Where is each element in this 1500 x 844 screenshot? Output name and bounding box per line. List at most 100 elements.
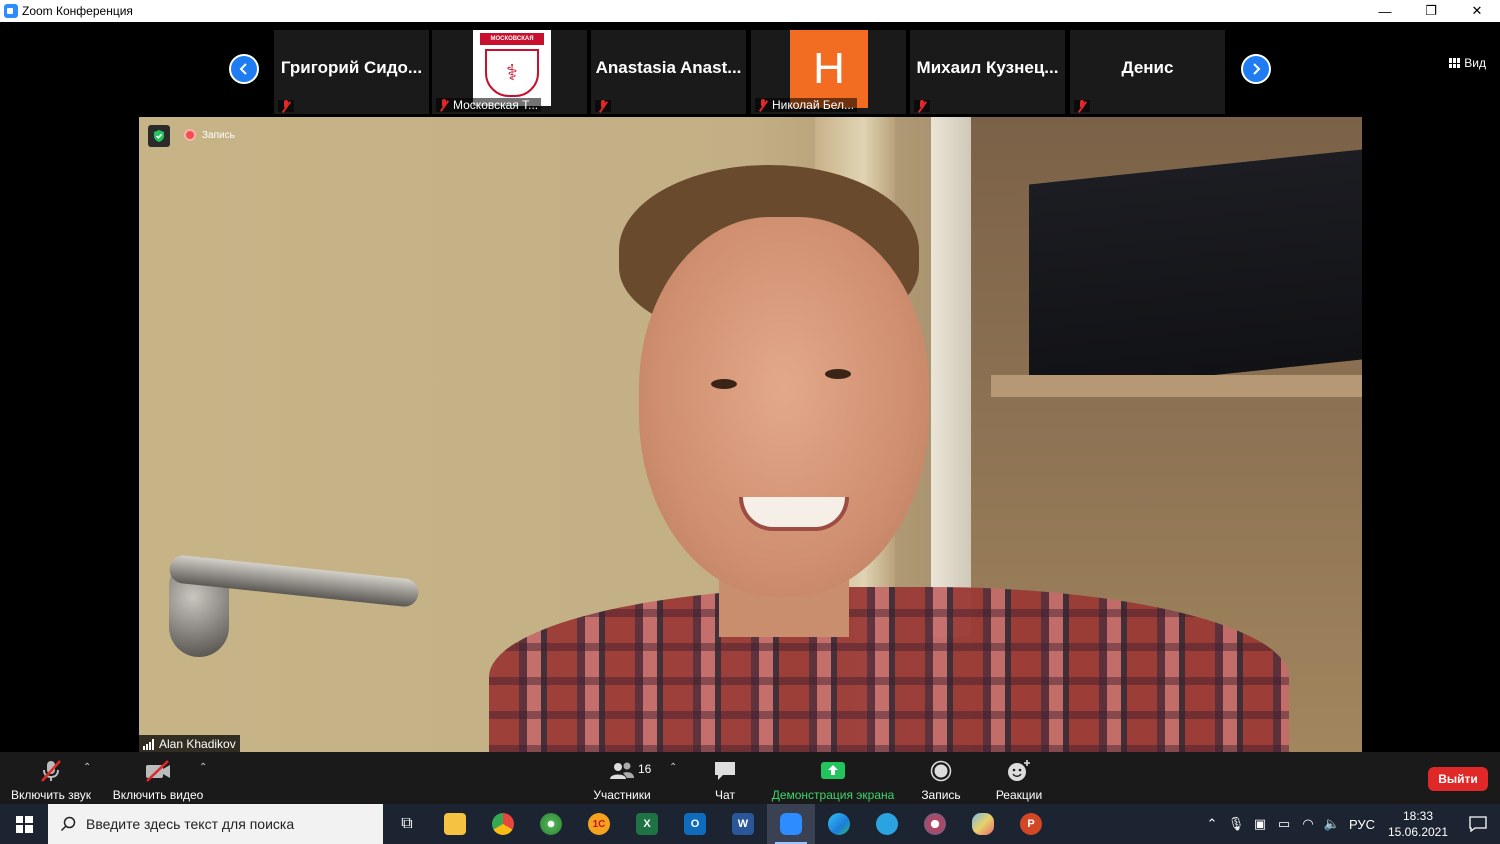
file-explorer-button[interactable] bbox=[431, 804, 479, 844]
reactions-button[interactable]: Реакции bbox=[994, 756, 1044, 802]
reactions-icon bbox=[1008, 760, 1030, 781]
zoom-window: Zoom Конференция — ❐ ✕ Григорий Сидо... … bbox=[0, 0, 1500, 844]
record-button[interactable]: Запись bbox=[918, 756, 964, 802]
participant-name: Anastasia Anast... bbox=[595, 58, 742, 77]
participant-footer: Московская Т... bbox=[436, 98, 542, 112]
participant-name: Московская Т... bbox=[453, 98, 539, 112]
wifi-icon[interactable]: ◠ bbox=[1296, 816, 1320, 832]
tray-overflow-icon[interactable]: ⌃ bbox=[1200, 816, 1224, 832]
mic-muted-icon bbox=[917, 100, 927, 112]
mic-muted-icon bbox=[41, 760, 61, 782]
reactions-label: Реакции bbox=[995, 788, 1043, 802]
maps-button[interactable] bbox=[527, 804, 575, 844]
audio-options-caret[interactable]: ⌃ bbox=[83, 762, 91, 773]
participant-name: Николай Бел... bbox=[772, 98, 855, 112]
participant-footer: Николай Бел... bbox=[755, 98, 858, 112]
task-view-button[interactable]: ⧉ bbox=[383, 804, 431, 844]
organization-logo: МОСКОВСКАЯ ⚕ bbox=[473, 30, 551, 106]
windows-logo-icon bbox=[15, 815, 33, 833]
record-icon bbox=[930, 760, 952, 782]
word-icon: W bbox=[732, 813, 754, 835]
battery-icon[interactable]: ▭ bbox=[1272, 816, 1296, 832]
share-screen-icon bbox=[821, 762, 845, 779]
meeting-toolbar: Включить звук ⌃ Включить видео ⌃ Участни… bbox=[0, 752, 1500, 804]
search-placeholder: Введите здесь текст для поиска bbox=[86, 816, 295, 832]
participant-name: Денис bbox=[1121, 58, 1174, 77]
chat-label: Чат bbox=[715, 788, 735, 802]
participants-icon bbox=[610, 762, 634, 779]
video-options-caret[interactable]: ⌃ bbox=[199, 762, 207, 773]
participants-label: Участники bbox=[593, 788, 651, 802]
chrome-button[interactable] bbox=[479, 804, 527, 844]
participant-tile[interactable]: Anastasia Anast... bbox=[591, 30, 746, 114]
start-video-button[interactable]: Включить видео bbox=[112, 756, 204, 802]
powerpoint-button[interactable]: P bbox=[1007, 804, 1055, 844]
participant-footer bbox=[595, 100, 611, 112]
language-indicator[interactable]: РУС bbox=[1344, 817, 1380, 832]
notification-icon bbox=[1469, 816, 1487, 832]
excel-icon: X bbox=[636, 813, 658, 835]
minimize-button[interactable]: — bbox=[1362, 0, 1408, 22]
window-controls: — ❐ ✕ bbox=[1362, 0, 1500, 22]
zoom-button[interactable] bbox=[767, 804, 815, 844]
search-icon bbox=[60, 816, 76, 832]
participant-strip: Григорий Сидо... МОСКОВСКАЯ ⚕ Московская… bbox=[0, 22, 1500, 114]
notifications-button[interactable] bbox=[1456, 816, 1500, 832]
mic-muted-icon bbox=[758, 99, 768, 111]
view-label: Вид bbox=[1464, 56, 1486, 70]
unmute-label: Включить звук bbox=[10, 788, 92, 802]
windows-taskbar: Введите здесь текст для поиска ⧉ 1С X O … bbox=[0, 804, 1500, 844]
system-tray: ⌃ 🎙 ▣ ▭ ◠ 🔈 РУС 18:33 15.06.2021 bbox=[1200, 804, 1500, 844]
record-dot-icon bbox=[184, 129, 196, 141]
volume-icon[interactable]: 🔈 bbox=[1320, 816, 1344, 832]
participant-footer bbox=[914, 100, 930, 112]
1c-button[interactable]: 1С bbox=[575, 804, 623, 844]
encryption-badge[interactable] bbox=[148, 125, 170, 147]
view-button[interactable]: Вид bbox=[1449, 56, 1486, 70]
participant-tile[interactable]: Григорий Сидо... bbox=[274, 30, 429, 114]
clock-date: 15.06.2021 bbox=[1387, 825, 1449, 839]
chrome-icon bbox=[492, 813, 514, 835]
excel-button[interactable]: X bbox=[623, 804, 671, 844]
chat-button[interactable]: Чат bbox=[708, 756, 742, 802]
edge-button[interactable] bbox=[815, 804, 863, 844]
participant-tile[interactable]: МОСКОВСКАЯ ⚕ Московская Т... bbox=[432, 30, 587, 114]
participant-tile[interactable]: Михаил Кузнец... bbox=[910, 30, 1065, 114]
telegram-button[interactable] bbox=[863, 804, 911, 844]
window-title: Zoom Конференция bbox=[22, 4, 133, 18]
paint-button[interactable] bbox=[959, 804, 1007, 844]
taskbar-clock[interactable]: 18:33 15.06.2021 bbox=[1380, 808, 1456, 840]
participant-tile[interactable]: H Николай Бел... bbox=[751, 30, 906, 114]
folder-icon bbox=[444, 813, 466, 835]
microphone-icon[interactable]: 🎙 bbox=[1224, 816, 1248, 832]
outlook-icon: O bbox=[684, 813, 706, 835]
network-monitor-icon[interactable]: ▣ bbox=[1248, 816, 1272, 832]
participants-count-badge: 16 bbox=[638, 762, 652, 776]
participant-tile[interactable]: Денис bbox=[1070, 30, 1225, 114]
mic-muted-icon bbox=[598, 100, 608, 112]
chat-icon bbox=[715, 762, 735, 780]
zoom-app-icon bbox=[4, 4, 18, 18]
clock-time: 18:33 bbox=[1402, 809, 1434, 823]
next-page-button[interactable] bbox=[1241, 54, 1271, 84]
recording-indicator[interactable]: Запись bbox=[184, 129, 235, 141]
1c-icon: 1С bbox=[588, 813, 610, 835]
leave-button[interactable]: Выйти bbox=[1428, 767, 1488, 791]
prev-page-button[interactable] bbox=[229, 54, 259, 84]
mic-muted-icon bbox=[1077, 100, 1087, 112]
unmute-button[interactable]: Включить звук bbox=[10, 756, 92, 802]
maximize-button[interactable]: ❐ bbox=[1408, 0, 1454, 22]
outlook-button[interactable]: O bbox=[671, 804, 719, 844]
participant-footer bbox=[278, 100, 294, 112]
speaker-name-tag: Alan Khadikov bbox=[139, 735, 240, 753]
participants-options-caret[interactable]: ⌃ bbox=[669, 762, 677, 773]
app-button[interactable] bbox=[911, 804, 959, 844]
share-screen-button[interactable]: Демонстрация экрана bbox=[770, 756, 896, 802]
close-button[interactable]: ✕ bbox=[1454, 0, 1500, 22]
edge-icon bbox=[828, 813, 850, 835]
taskbar-search-box[interactable]: Введите здесь текст для поиска bbox=[48, 804, 383, 844]
word-button[interactable]: W bbox=[719, 804, 767, 844]
app-icon bbox=[924, 813, 946, 835]
start-button[interactable] bbox=[0, 804, 48, 844]
speaker-name: Alan Khadikov bbox=[159, 737, 236, 751]
